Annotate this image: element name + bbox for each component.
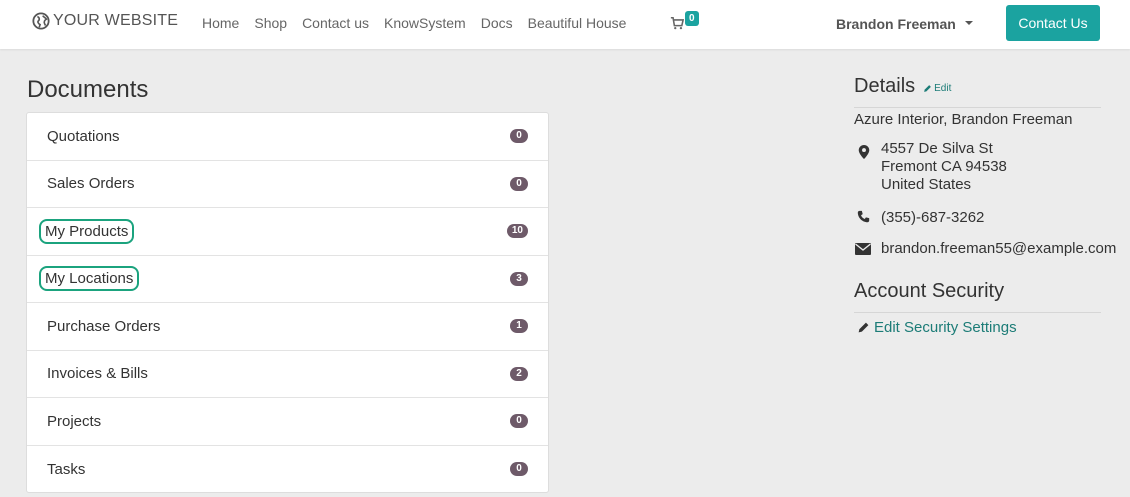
brand-name: YOUR WEBSITE: [53, 12, 179, 29]
edit-security-settings-link[interactable]: Edit Security Settings: [857, 319, 1017, 336]
doc-item-purchase-orders[interactable]: Purchase Orders 1: [27, 303, 548, 351]
documents-title: Documents: [27, 76, 149, 103]
menu-knowsystem[interactable]: KnowSystem: [384, 15, 466, 31]
globe-icon: [32, 12, 50, 30]
edit-security-label: Edit Security Settings: [874, 319, 1017, 336]
user-menu-toggle[interactable]: Brandon Freeman: [836, 16, 973, 32]
doc-item-my-products[interactable]: My Products 10: [27, 208, 548, 256]
menu-docs[interactable]: Docs: [481, 15, 513, 31]
menu-contact-us[interactable]: Contact us: [302, 15, 369, 31]
edit-details-label: Edit: [934, 82, 952, 94]
phone-icon: [857, 210, 870, 223]
documents-list: Quotations 0 Sales Orders 0 My Products …: [26, 112, 549, 493]
doc-item-tasks[interactable]: Tasks 0: [27, 446, 548, 494]
envelope-icon: [855, 243, 871, 255]
top-navbar: YOUR WEBSITE Home Shop Contact us KnowSy…: [0, 0, 1130, 49]
doc-item-sales-orders[interactable]: Sales Orders 0: [27, 161, 548, 208]
details-heading: Details Edit: [854, 75, 951, 98]
account-security-title: Account Security: [854, 280, 1005, 302]
map-marker-icon: [858, 145, 870, 159]
doc-item-label: My Products: [39, 218, 135, 244]
contact-us-button[interactable]: Contact Us: [1006, 5, 1100, 41]
cart-count-badge: 0: [685, 11, 699, 26]
address-line-3: United States: [881, 176, 972, 193]
doc-item-label: Invoices & Bills: [47, 365, 148, 383]
menu-shop[interactable]: Shop: [254, 15, 287, 31]
caret-down-icon: [964, 21, 973, 25]
doc-count-badge: 0: [510, 414, 528, 429]
doc-item-label: Purchase Orders: [47, 317, 161, 335]
doc-item-projects[interactable]: Projects 0: [27, 398, 548, 446]
doc-count-badge: 0: [510, 462, 528, 477]
details-title: Details: [854, 75, 916, 97]
doc-item-my-locations[interactable]: My Locations 3: [27, 256, 548, 303]
doc-item-quotations[interactable]: Quotations 0: [27, 113, 548, 161]
doc-item-invoices-bills[interactable]: Invoices & Bills 2: [27, 351, 548, 398]
email-address: brandon.freeman55@example.com: [881, 240, 1117, 257]
details-divider: [854, 107, 1101, 108]
doc-count-badge: 0: [510, 129, 528, 144]
menu-beautiful-house[interactable]: Beautiful House: [528, 15, 627, 31]
doc-count-badge: 1: [510, 319, 528, 334]
doc-count-badge: 3: [510, 271, 528, 286]
address-line-1: 4557 De Silva St: [881, 140, 993, 157]
doc-count-badge: 0: [510, 176, 528, 191]
menu-home[interactable]: Home: [202, 15, 239, 31]
doc-item-label: My Locations: [39, 266, 140, 292]
cart-icon: [670, 16, 684, 30]
user-name: Brandon Freeman: [836, 16, 956, 32]
doc-item-label: Projects: [47, 412, 102, 430]
company-name: Azure Interior, Brandon Freeman: [854, 111, 1073, 128]
address-line-2: Fremont CA 94538: [881, 158, 1007, 175]
doc-count-badge: 10: [506, 224, 528, 239]
edit-details-link[interactable]: Edit: [923, 83, 951, 94]
main-menu: Home Shop Contact us KnowSystem Docs Bea…: [202, 15, 641, 31]
cart-link[interactable]: 0: [670, 11, 699, 30]
doc-item-label: Quotations: [47, 127, 120, 145]
address: 4557 De Silva St Fremont CA 94538 United…: [881, 140, 1007, 194]
doc-item-label: Tasks: [47, 460, 86, 478]
doc-item-label: Sales Orders: [47, 175, 135, 193]
security-divider: [854, 312, 1101, 313]
pencil-icon: [858, 322, 869, 333]
phone-number: (355)-687-3262: [881, 209, 985, 226]
doc-count-badge: 2: [510, 366, 528, 381]
site-logo[interactable]: YOUR WEBSITE: [32, 12, 178, 30]
pencil-icon: [924, 84, 932, 92]
